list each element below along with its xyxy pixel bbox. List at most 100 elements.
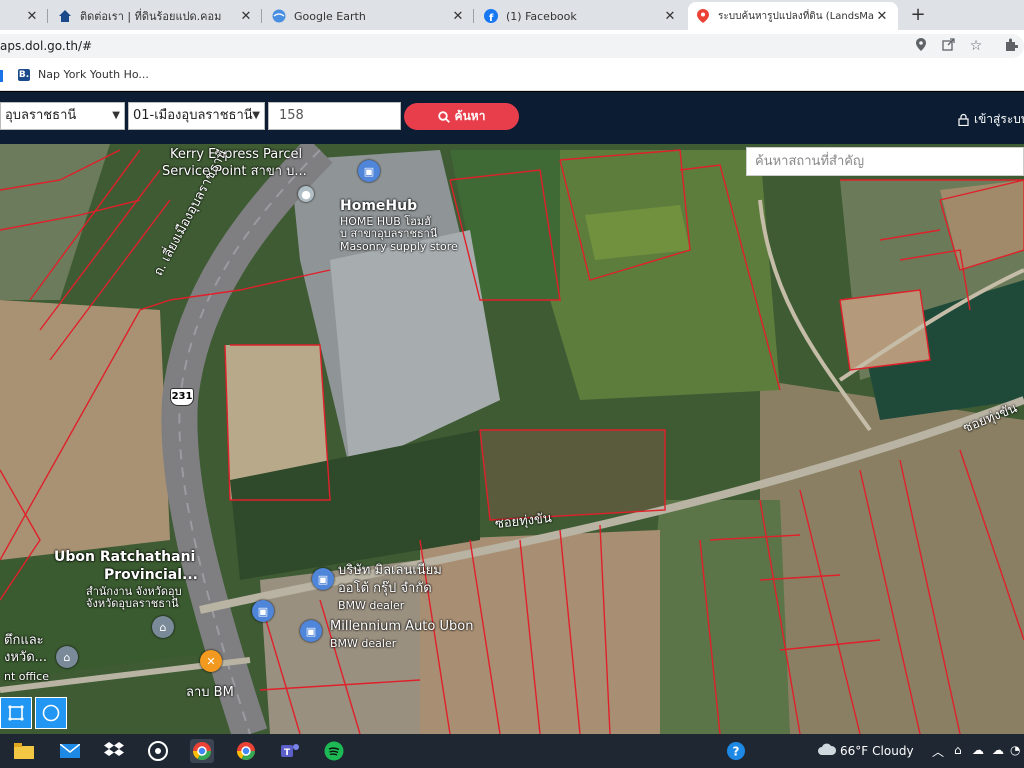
map-canvas[interactable] (0, 144, 1024, 734)
bmw-dealer-label-2: BMW dealer (330, 637, 397, 650)
search-button-label: ค้นหา (454, 109, 486, 123)
windows-taskbar: T ? 66°F Cloudy ︿ ⌂ ☁ ☁ ◔ (0, 734, 1024, 768)
tab-title: ติดต่อเรา | ที่ดินร้อยแปด.คอม (80, 10, 222, 23)
province-value: อุบลราชธานี (5, 108, 77, 123)
search-button[interactable]: ค้นหา (404, 103, 519, 130)
province-select[interactable]: อุบลราชธานี ▼ (0, 102, 125, 130)
shopping-pin-icon[interactable]: ▣ (300, 620, 322, 642)
shopping-pin-icon[interactable]: ▣ (312, 568, 334, 590)
homehub-thai-label-1: HOME HUB โฮมฮั (340, 215, 431, 228)
browser-tab-bar: ✕ ติดต่อเรา | ที่ดินร้อยแปด.คอม ✕ Google… (0, 0, 1024, 30)
teams-icon[interactable]: T (278, 739, 302, 763)
onedrive-icon[interactable]: ☁ (992, 743, 1004, 757)
kerry-express-label-2[interactable]: Service Point สาขา บ... (162, 165, 307, 179)
chevron-down-icon: ▼ (112, 110, 120, 121)
ubon-provincial-thai-1: สำนักงาน จังหวัดอุบ (86, 585, 182, 598)
mail-icon[interactable] (58, 739, 82, 763)
obs-icon[interactable] (146, 739, 170, 763)
svg-text:?: ? (733, 745, 740, 759)
government-pin-icon[interactable]: ⌂ (152, 616, 174, 638)
close-icon[interactable]: ✕ (662, 9, 678, 24)
ubon-provincial-label-1[interactable]: Ubon Ratchathani (54, 550, 195, 564)
left-building-label-2: งหวัด... (4, 650, 48, 665)
cloud-icon (818, 743, 837, 758)
weather-temperature: 66°F (840, 743, 869, 758)
draw-rectangle-tool[interactable] (0, 697, 32, 729)
weather-widget[interactable]: 66°F Cloudy (818, 743, 914, 758)
draw-circle-tool[interactable] (35, 697, 67, 729)
shopping-pin-icon[interactable]: ▣ (358, 160, 380, 182)
omnibox[interactable]: aps.dol.go.th/# ☆ (0, 34, 1024, 58)
login-link[interactable]: เข้าสู่ระบบ (958, 110, 1024, 129)
search-icon (437, 110, 450, 123)
homehub-thai-label-2: บ สาขาอุบลราชธานี (340, 227, 438, 240)
extension-icon[interactable] (1003, 38, 1019, 54)
tab-prev-partial[interactable]: ✕ (0, 2, 48, 30)
shopping-pin-icon[interactable]: ▣ (252, 600, 274, 622)
facebook-icon: f (484, 9, 498, 23)
address-bar: aps.dol.go.th/# ☆ (0, 30, 1024, 62)
chrome-icon[interactable] (190, 739, 214, 763)
tab-title: ระบบค้นหารูปแปลงที่ดิน (LandsMaps) (718, 10, 874, 22)
new-tab-button[interactable]: + (906, 4, 930, 26)
satellite-map[interactable]: Kerry Express Parcel Service Point สาขา … (0, 144, 1024, 734)
bmw-company-label-1[interactable]: บริษัท มิลเลนเนียม (338, 564, 442, 578)
weather-condition: Cloudy (872, 743, 914, 758)
millennium-auto-label[interactable]: Millennium Auto Ubon (330, 620, 473, 634)
svg-text:T: T (284, 748, 291, 758)
file-explorer-icon[interactable] (12, 739, 36, 763)
home-icon (58, 9, 72, 23)
tab-facebook[interactable]: f (1) Facebook ✕ (476, 2, 686, 30)
help-icon[interactable]: ? (724, 739, 748, 763)
dropbox-icon[interactable] (102, 739, 126, 763)
url-text[interactable]: aps.dol.go.th/# (0, 39, 92, 53)
location-icon[interactable] (913, 38, 929, 54)
circle-icon (42, 704, 60, 722)
close-icon[interactable]: ✕ (450, 9, 466, 24)
bookmark-edge (0, 70, 3, 82)
svg-text:f: f (489, 13, 494, 23)
map-pin-icon (696, 9, 710, 23)
star-icon[interactable]: ☆ (968, 38, 984, 54)
square-icon (8, 705, 24, 721)
tab-google-earth[interactable]: Google Earth ✕ (264, 2, 474, 30)
chevron-up-icon[interactable]: ︿ (932, 743, 944, 760)
ubon-provincial-thai-2: จังหวัดอุบลราชธานี (86, 597, 179, 610)
tab-landsmaps[interactable]: ระบบค้นหารูปแปลงที่ดิน (LandsMaps) ✕ (688, 2, 898, 30)
restaurant-pin-icon[interactable]: ✕ (200, 650, 222, 672)
homehub-label[interactable]: HomeHub (340, 199, 417, 213)
map-pin-icon[interactable]: ● (298, 186, 314, 202)
wifi-icon[interactable]: ◔ (1010, 743, 1020, 757)
kerry-express-label-1[interactable]: Kerry Express Parcel (170, 148, 302, 162)
parcel-number-input[interactable]: 158 (268, 102, 401, 130)
cloud-sync-icon[interactable]: ☁ (972, 743, 984, 757)
place-search-input[interactable]: ค้นหาสถานที่สำคัญ (746, 147, 1024, 176)
bmw-company-label-2[interactable]: ออโต้ กรุ๊ป จำกัด (338, 582, 432, 596)
lock-icon (958, 113, 969, 126)
ubon-provincial-label-2[interactable]: Provincial... (104, 568, 198, 582)
bookmark-nap-york[interactable]: Nap York Youth Ho... (38, 68, 149, 81)
earth-icon (272, 9, 286, 23)
district-value: 01-เมืองอุบลราชธานี (133, 108, 253, 123)
homehub-category-label: Masonry supply store (340, 240, 458, 253)
chrome-icon[interactable] (234, 739, 258, 763)
close-icon[interactable]: ✕ (24, 9, 40, 24)
tab-title: Google Earth (294, 9, 366, 23)
labbm-label[interactable]: ลาบ BM (186, 686, 234, 700)
site-search-toolbar: อุบลราชธานี ▼ 01-เมืองอุบลราชธานี ▼ 158 … (0, 92, 1024, 144)
left-building-label-1: ตึกและ (4, 633, 44, 648)
bookmarks-bar: B. Nap York Youth Ho... (0, 62, 1024, 91)
bookmark-favicon: B. (18, 69, 30, 81)
route-shield: 231 (170, 388, 194, 406)
tab-contact[interactable]: ติดต่อเรา | ที่ดินร้อยแปด.คอม ✕ (50, 2, 262, 30)
close-icon[interactable]: ✕ (238, 9, 254, 24)
district-select[interactable]: 01-เมืองอุบลราชธานี ▼ (128, 102, 265, 130)
share-icon[interactable] (940, 38, 956, 54)
close-icon[interactable]: ✕ (874, 9, 890, 24)
chevron-down-icon: ▼ (252, 110, 260, 121)
spotify-icon[interactable] (322, 739, 346, 763)
government-pin-icon[interactable]: ⌂ (56, 646, 78, 668)
network-icon[interactable]: ⌂ (954, 743, 962, 757)
bmw-dealer-label-1: BMW dealer (338, 599, 405, 612)
tab-title: (1) Facebook (506, 9, 577, 23)
